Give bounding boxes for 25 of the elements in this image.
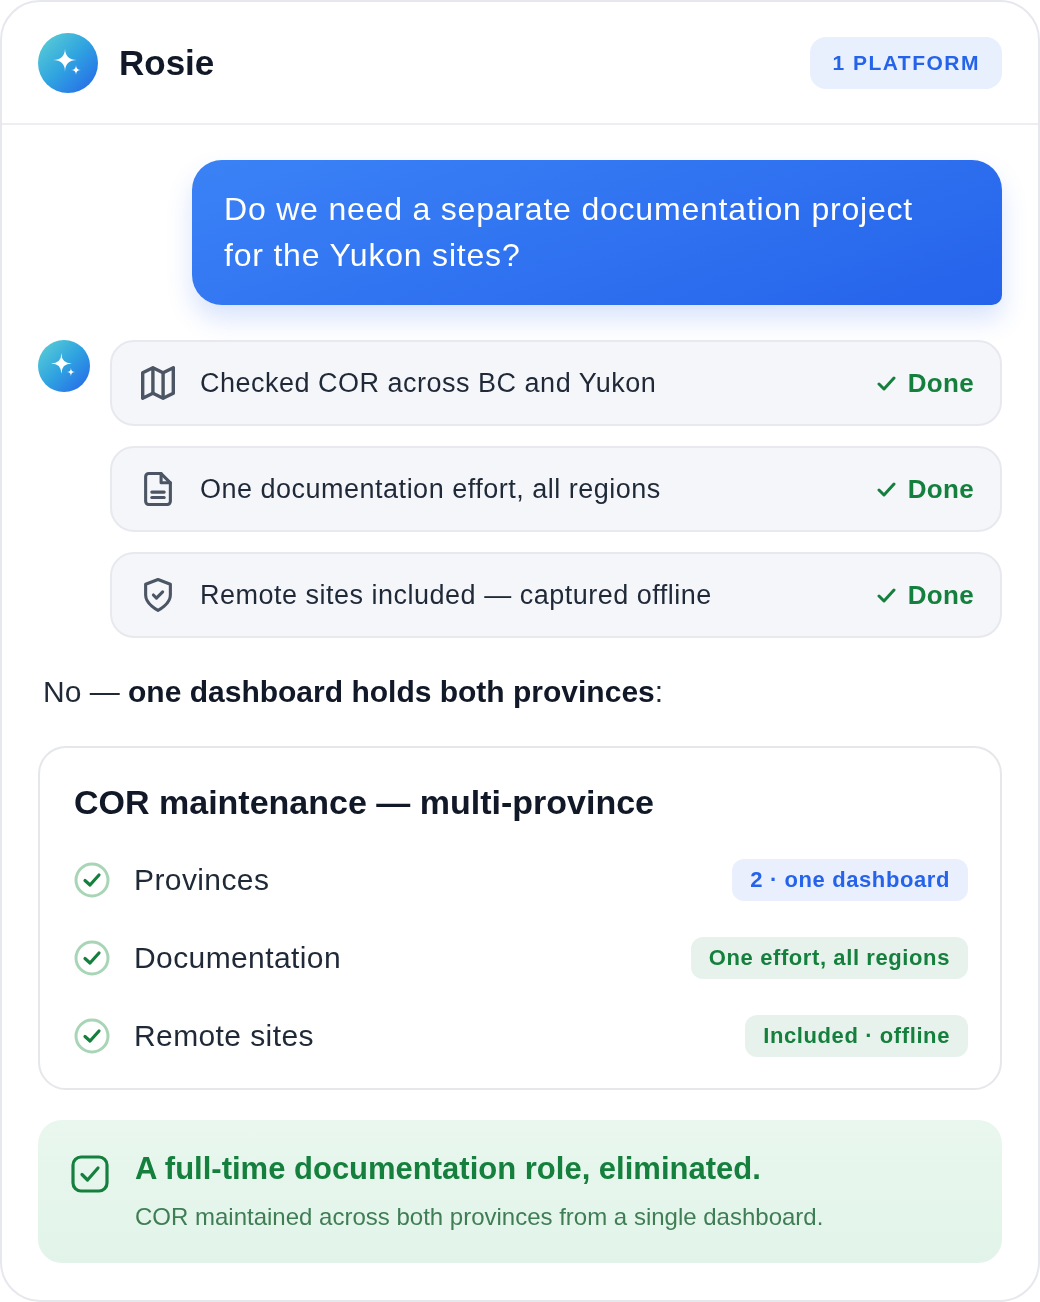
result-text: COR maintained across both provinces from a single dashboard. <box>135 1202 824 1232</box>
status-text: Done <box>907 579 974 611</box>
step-text: One documentation effort, all regions <box>200 473 661 505</box>
step-text: Checked COR across BC and Yukon <box>200 367 657 399</box>
card-title: COR maintenance — multi-province <box>74 782 655 822</box>
document-icon <box>144 472 172 506</box>
value-tag: 2 · one dashboard <box>732 859 968 901</box>
value-tag: One effort, all regions <box>690 937 968 979</box>
row-label: Provinces <box>134 863 270 897</box>
map-icon <box>141 366 175 400</box>
checkbox-icon <box>71 1155 109 1193</box>
step-text: Remote sites included — captured offline <box>200 579 712 611</box>
status-text: Done <box>907 367 974 399</box>
user-message-bubble: Do we need a separate documentation project for the Yukon sites? <box>192 160 1002 305</box>
platform-badge: 1 PLATFORM <box>810 36 1002 89</box>
sparkle-avatar-icon <box>38 32 98 93</box>
value-tag: Included · offline <box>745 1015 968 1057</box>
result-title: A full-time documentation role, eliminated. <box>135 1150 762 1188</box>
status-text: Done <box>907 473 974 505</box>
row-label: Documentation <box>134 941 341 975</box>
row-label: Remote sites <box>134 1019 314 1053</box>
assistant-name: Rosie <box>119 42 215 83</box>
sparkle-avatar-icon <box>38 340 90 392</box>
answer-text: No — one dashboard holds both provinces: <box>43 674 665 710</box>
shield-check-icon <box>144 578 172 612</box>
